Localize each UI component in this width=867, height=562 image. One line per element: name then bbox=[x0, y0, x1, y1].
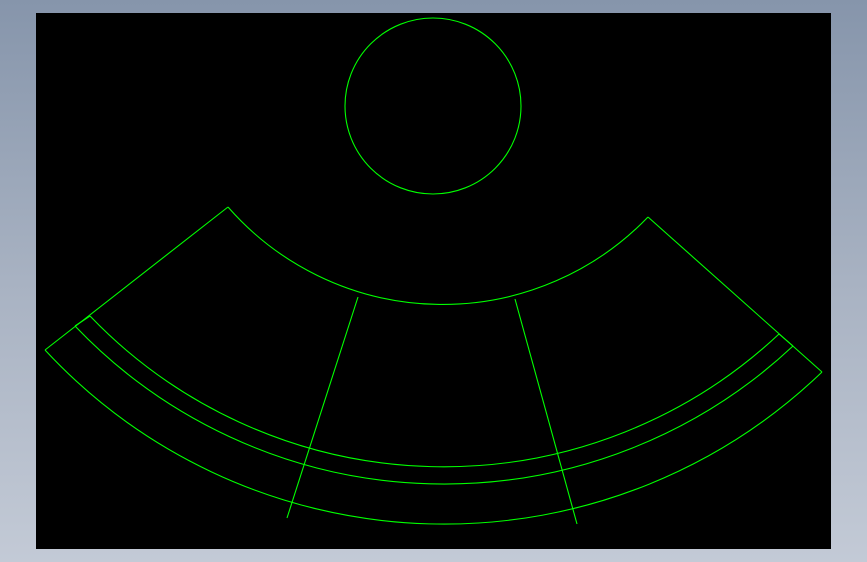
circle[interactable] bbox=[344, 17, 522, 195]
cad-drawing bbox=[44, 17, 823, 525]
middle-arc-2[interactable] bbox=[74, 325, 794, 485]
right-inner-cap[interactable] bbox=[778, 333, 794, 347]
outer-arc[interactable] bbox=[44, 349, 823, 525]
inner-arc[interactable] bbox=[227, 206, 649, 305]
left-side-edge[interactable] bbox=[44, 206, 229, 351]
left-divider[interactable] bbox=[286, 296, 359, 519]
right-divider[interactable] bbox=[514, 298, 578, 525]
middle-arc-1[interactable] bbox=[89, 315, 780, 468]
left-inner-cap[interactable] bbox=[74, 315, 91, 327]
right-side-edge[interactable] bbox=[647, 216, 823, 373]
